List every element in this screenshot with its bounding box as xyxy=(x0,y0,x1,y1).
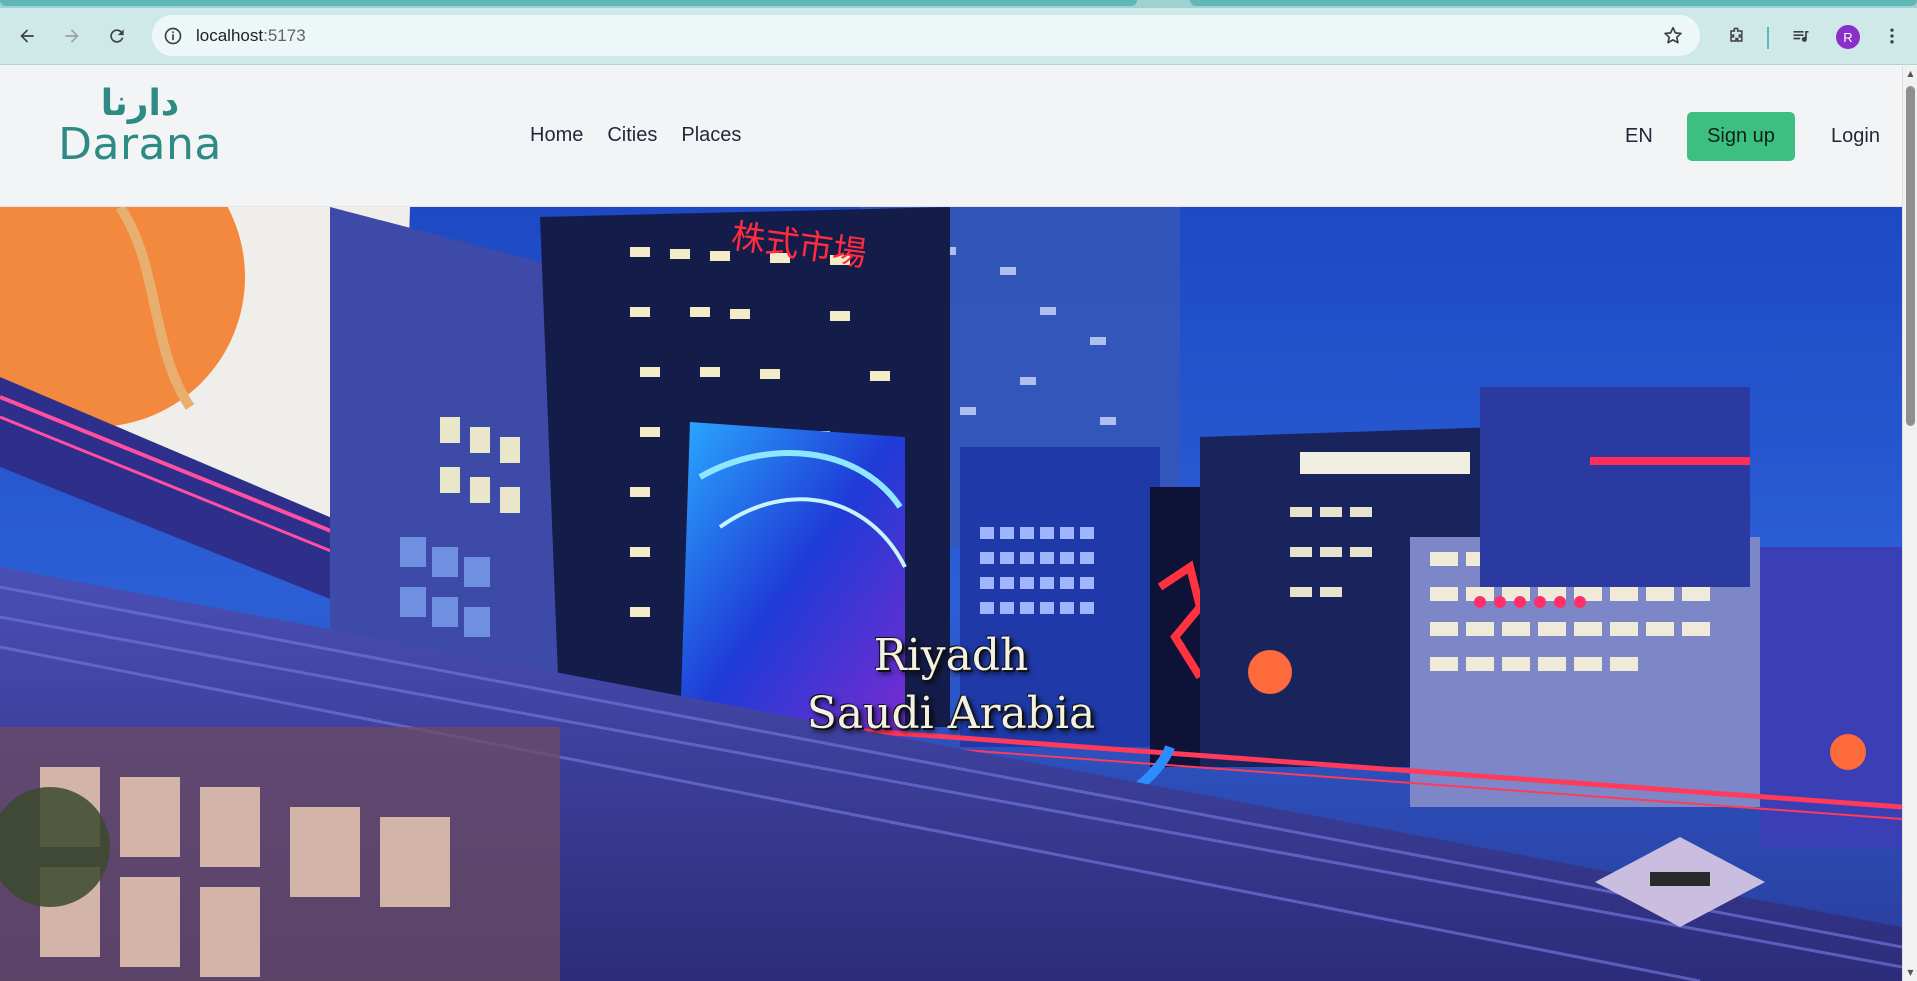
site-logo[interactable]: دارنا Darana xyxy=(55,86,225,168)
logo-arabic: دارنا xyxy=(100,83,180,124)
address-bar[interactable]: localhost:5173 xyxy=(152,15,1700,56)
hero-city-text: Riyadh xyxy=(873,630,1029,681)
reload-icon[interactable] xyxy=(103,22,131,50)
scroll-up-icon[interactable]: ▲ xyxy=(1905,69,1916,79)
url-text[interactable]: localhost:5173 xyxy=(196,26,306,46)
tab-strip xyxy=(0,0,1917,8)
site-navbar: دارنا Darana Home Cities Places EN Sign … xyxy=(0,66,1902,207)
extensions-icon[interactable] xyxy=(1722,22,1750,50)
page-scrollbar[interactable]: ▲ ▼ xyxy=(1902,66,1917,981)
media-controls-icon[interactable] xyxy=(1787,22,1815,50)
tab[interactable] xyxy=(1190,0,1917,6)
back-icon[interactable] xyxy=(13,22,41,50)
site-info-icon[interactable] xyxy=(163,26,183,46)
profile-avatar[interactable]: R xyxy=(1836,25,1860,49)
active-tab[interactable] xyxy=(0,0,1137,6)
hero-caption: Riyadh Saudi Arabia xyxy=(0,627,1902,743)
nav-home-link[interactable]: Home xyxy=(530,124,583,147)
kebab-menu-icon[interactable] xyxy=(1878,22,1906,50)
hero-country-text: Saudi Arabia xyxy=(806,688,1096,739)
scroll-down-icon[interactable]: ▼ xyxy=(1905,968,1916,978)
toolbar-divider xyxy=(1767,27,1769,49)
bookmark-star-icon[interactable] xyxy=(1662,25,1684,47)
scroll-thumb[interactable] xyxy=(1906,86,1915,426)
nav-cities-link[interactable]: Cities xyxy=(607,124,657,147)
hero-banner: 株式市場 Riyadh Saudi Arabia xyxy=(0,207,1902,981)
language-switch[interactable]: EN xyxy=(1625,125,1653,148)
hero-city-image: 株式市場 xyxy=(0,207,1902,981)
nav-places-link[interactable]: Places xyxy=(681,124,741,147)
forward-icon[interactable] xyxy=(58,22,86,50)
page-viewport: دارنا Darana Home Cities Places EN Sign … xyxy=(0,66,1902,981)
logo-text: Darana xyxy=(58,119,222,170)
login-link[interactable]: Login xyxy=(1831,125,1880,148)
browser-toolbar: localhost:5173 R xyxy=(0,8,1917,65)
main-nav: Home Cities Places xyxy=(530,124,741,147)
signup-button[interactable]: Sign up xyxy=(1687,112,1795,161)
